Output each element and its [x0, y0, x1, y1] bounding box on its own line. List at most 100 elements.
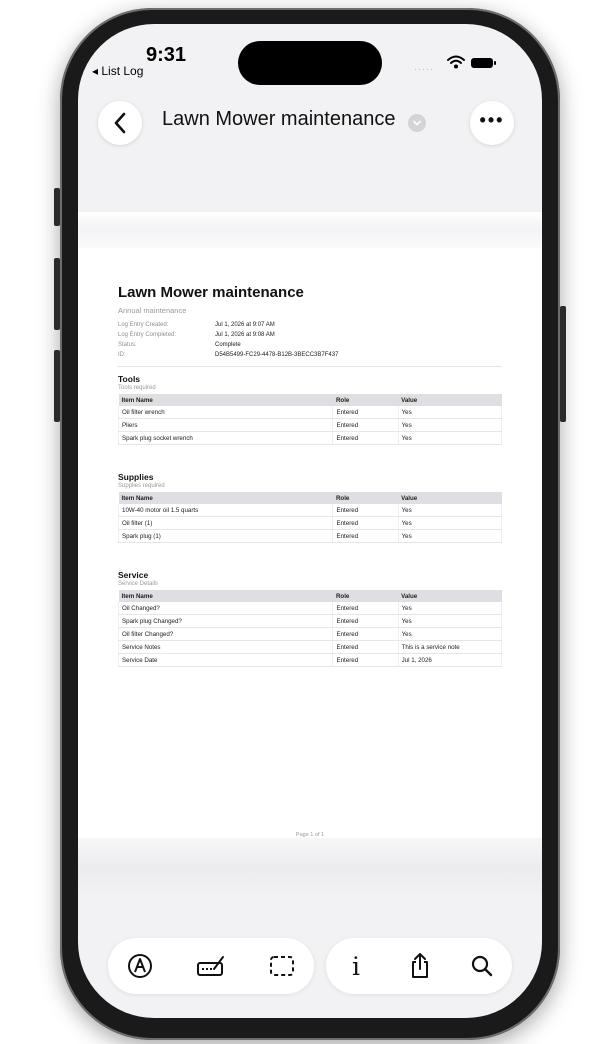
section-subtitle: Service Details	[118, 581, 159, 587]
section-supplies: Supplies Supplies required Item Name Rol…	[117, 472, 503, 543]
table-row: Oil filter (1) Entered Yes	[117, 516, 503, 530]
metadata-row: Log Entry Created: Jul 1, 2026 at 9:07 A…	[118, 320, 338, 330]
table-row: Service Notes Entered This is a service …	[117, 640, 503, 654]
table-cell: Yes	[397, 406, 503, 419]
table-cell: Entered	[332, 627, 399, 641]
metadata-value: Jul 1, 2026 at 9:08 AM	[215, 332, 275, 338]
table-cell: Oil filter (1)	[117, 516, 333, 530]
table-row: Oil filter Changed? Entered Yes	[117, 627, 503, 641]
back-to-app-link[interactable]: ◂ List Log	[92, 64, 143, 78]
table-cell: Yes	[397, 418, 503, 432]
search-button[interactable]	[460, 944, 504, 988]
chevron-left-icon	[114, 112, 126, 134]
metadata-row: Log Entry Completed: Jul 1, 2026 at 9:08…	[118, 330, 338, 340]
table-cell: Service Notes	[117, 640, 333, 654]
table-row: Spark plug Changed? Entered Yes	[117, 614, 503, 628]
table-cell: Spark plug Changed?	[117, 614, 333, 628]
markup-button[interactable]	[118, 944, 162, 988]
table-cell: Yes	[397, 602, 503, 615]
share-icon	[412, 953, 428, 978]
table-cell: Yes	[397, 504, 503, 517]
metadata-value: Complete	[215, 342, 241, 348]
table-cell: Entered	[332, 418, 399, 432]
section-subtitle: Supplies required	[118, 483, 165, 489]
service-table: Item Name Role Value Oil Changed? Entere…	[117, 590, 503, 667]
table-header: Item Name Role Value	[118, 394, 502, 406]
table-cell: Spark plug (1)	[117, 529, 333, 543]
column-header: Item Name	[118, 394, 333, 406]
metadata-row: Status: Complete	[118, 340, 338, 350]
selection-button[interactable]	[260, 944, 304, 988]
table-cell: Jul 1, 2026	[397, 653, 503, 667]
table-cell: Oil filter Changed?	[117, 627, 333, 641]
column-header: Role	[332, 492, 399, 504]
signature-button[interactable]	[189, 944, 233, 988]
metadata-label: Status:	[118, 342, 137, 348]
search-icon	[471, 955, 493, 977]
wifi-icon	[447, 55, 465, 69]
column-header: Role	[332, 394, 399, 406]
pdf-page: Lawn Mower maintenance Annual maintenanc…	[78, 248, 542, 838]
share-button[interactable]	[398, 944, 442, 988]
table-cell: Entered	[332, 602, 399, 615]
metadata-label: Log Entry Completed:	[118, 332, 177, 338]
table-cell: Yes	[397, 516, 503, 530]
table-cell: Yes	[397, 627, 503, 641]
table-cell: 10W-40 motor oil 1.5 quarts	[117, 504, 333, 517]
metadata-value: D54B5499-FC29-4478-B12B-3BECC3B7F437	[215, 352, 339, 358]
page-title[interactable]: Lawn Mower maintenance	[162, 108, 395, 131]
section-subtitle: Tools required	[118, 385, 156, 391]
section-tools: Tools Tools required Item Name Role Valu…	[117, 374, 503, 445]
table-cell: Entered	[332, 431, 399, 445]
footer-blur	[78, 838, 542, 898]
table-cell: Spark plug socket wrench	[117, 431, 333, 445]
dynamic-island	[238, 41, 382, 85]
table-cell: Service Date	[117, 653, 333, 667]
markup-tools-group	[108, 938, 314, 994]
metadata-row: ID: D54B5499-FC29-4478-B12B-3BECC3B7F437	[118, 350, 338, 360]
table-cell: Yes	[397, 529, 503, 543]
title-menu-button[interactable]	[408, 114, 426, 132]
power-button	[560, 306, 566, 422]
metadata-label: ID:	[118, 352, 126, 358]
supplies-table: Item Name Role Value 10W-40 motor oil 1.…	[117, 492, 503, 543]
column-header: Item Name	[118, 590, 333, 602]
table-cell: Yes	[397, 614, 503, 628]
section-title: Tools	[118, 374, 141, 384]
table-row: Service Date Entered Jul 1, 2026	[117, 653, 503, 667]
info-button[interactable]: i	[334, 944, 378, 988]
table-row: Pliers Entered Yes	[117, 418, 503, 432]
back-button[interactable]	[98, 101, 142, 145]
navigation-bar: Lawn Mower maintenance •••	[78, 94, 542, 154]
status-bar: 9:31 ◂ List Log ·····	[78, 24, 542, 94]
column-header: Value	[398, 492, 502, 504]
action-button	[54, 188, 60, 226]
table-cell: Entered	[332, 529, 399, 543]
more-button[interactable]: •••	[470, 101, 514, 145]
header-blur	[78, 212, 542, 248]
table-header: Item Name Role Value	[118, 492, 502, 504]
column-header: Value	[398, 590, 502, 602]
table-cell: Entered	[332, 614, 399, 628]
section-title: Service	[118, 570, 149, 580]
markup-icon	[128, 954, 152, 978]
table-cell: Oil filter wrench	[117, 406, 333, 419]
table-cell: This is a service note	[397, 640, 503, 654]
metadata-label: Log Entry Created:	[118, 322, 169, 328]
volume-down-button	[54, 350, 60, 422]
table-row: Oil Changed? Entered Yes	[117, 602, 503, 615]
table-row: Spark plug (1) Entered Yes	[117, 529, 503, 543]
column-header: Item Name	[118, 492, 333, 504]
table-cell: Yes	[397, 431, 503, 445]
column-header: Role	[332, 590, 399, 602]
tools-table: Item Name Role Value Oil filter wrench E…	[117, 394, 503, 445]
table-row: 10W-40 motor oil 1.5 quarts Entered Yes	[117, 504, 503, 517]
bottom-toolbar: i	[78, 932, 542, 1002]
table-cell: Entered	[332, 653, 399, 667]
ellipsis-icon: •••	[479, 109, 505, 130]
column-header: Value	[398, 394, 502, 406]
divider	[118, 366, 502, 367]
document-subtitle: Annual maintenance	[118, 306, 187, 315]
document-title: Lawn Mower maintenance	[118, 284, 304, 301]
metadata-block: Log Entry Created: Jul 1, 2026 at 9:07 A…	[118, 320, 338, 360]
